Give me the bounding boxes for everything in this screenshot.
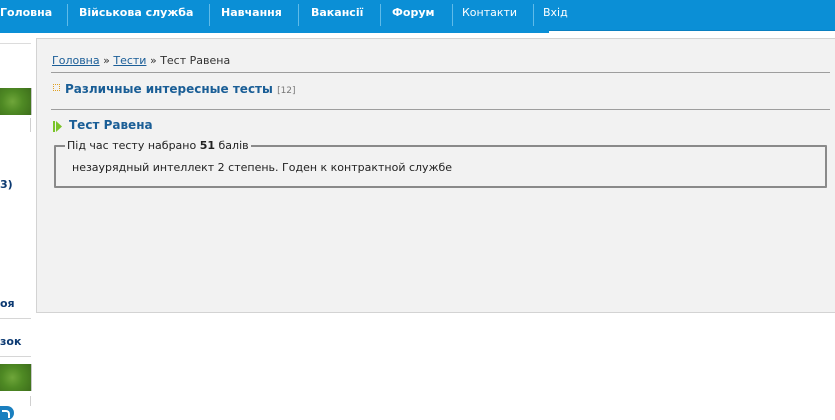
breadcrumb-separator: » [99, 54, 114, 67]
nav-active-underline [0, 30, 549, 33]
social-icon[interactable] [0, 406, 14, 420]
score-suffix: балів [215, 139, 249, 152]
result-text: незаурядный интеллект 2 степень. Годен к… [72, 161, 453, 174]
score-prefix: Під час тесту набрано [67, 139, 200, 152]
sidebar-divider [30, 396, 31, 406]
breadcrumb: Головна » Тести » Тест Равена [52, 54, 230, 67]
category-title-link[interactable]: Различные интересные тесты [12] [65, 82, 296, 96]
sidebar-thumbnail-image[interactable] [0, 364, 32, 391]
nav-item-contacts[interactable]: Контакти [462, 0, 517, 28]
nav-separator [67, 4, 68, 26]
divider [51, 109, 830, 110]
score-value: 51 [199, 139, 216, 152]
nav-item-home[interactable]: Головна [0, 0, 52, 28]
result-legend: Під час тесту набрано 51 балів [65, 139, 251, 152]
category-count: [12] [277, 86, 296, 96]
sidebar-item-label[interactable]: зок [0, 335, 21, 348]
nav-separator [452, 4, 453, 26]
sidebar-tab [0, 37, 31, 44]
sidebar-divider [0, 318, 31, 319]
sidebar-divider [0, 356, 31, 357]
test-title: Тест Равена [69, 118, 153, 132]
category-title[interactable]: Различные интересные тесты [65, 82, 273, 96]
sidebar-divider [30, 118, 31, 132]
breadcrumb-current: Тест Равена [160, 54, 231, 67]
breadcrumb-tests-link[interactable]: Тести [113, 54, 146, 67]
sidebar-thumbnail-image[interactable] [0, 88, 32, 115]
nav-separator [533, 4, 534, 26]
nav-separator [380, 4, 381, 26]
nav-item-education[interactable]: Навчання [221, 0, 282, 28]
nav-item-login[interactable]: Вхід [543, 0, 568, 28]
top-navigation: Головна Військова служба Навчання Ваканс… [0, 0, 835, 31]
sidebar-item-label[interactable]: 3) [0, 178, 13, 191]
nav-item-vacancies[interactable]: Вакансії [311, 0, 363, 28]
play-arrow-icon [53, 121, 62, 132]
breadcrumb-separator: » [146, 54, 161, 67]
divider [51, 72, 830, 73]
dotted-square-icon [53, 84, 60, 91]
sidebar-item-label[interactable]: оя [0, 297, 15, 310]
nav-item-military-service[interactable]: Військова служба [79, 0, 193, 28]
nav-separator [298, 4, 299, 26]
nav-item-forum[interactable]: Форум [392, 0, 435, 28]
breadcrumb-home-link[interactable]: Головна [52, 54, 100, 67]
nav-separator [209, 4, 210, 26]
